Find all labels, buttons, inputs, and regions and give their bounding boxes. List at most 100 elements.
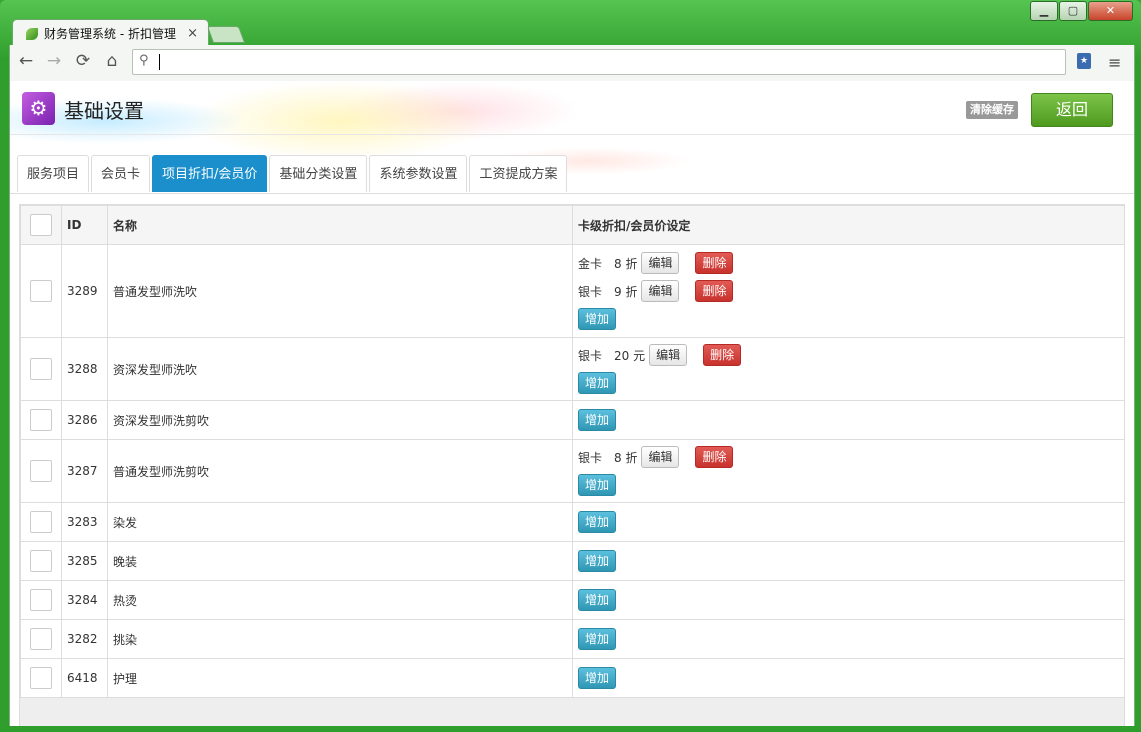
tab-1[interactable]: 会员卡 <box>91 155 151 192</box>
page-content: ⚙ 基础设置 清除缓存 返回 服务项目 会员卡 项目折扣/会员价 基础分类设置 系统参数… <box>9 81 1135 726</box>
minimize-button[interactable]: ▁ <box>1030 1 1058 21</box>
address-bar[interactable]: ⚲ <box>132 49 1066 75</box>
discount-entry: 银卡 20 元编辑 删除 <box>578 341 1119 369</box>
tab-3[interactable]: 基础分类设置 <box>269 155 368 192</box>
new-tab-button[interactable] <box>206 26 246 43</box>
menu-icon[interactable]: ≡ <box>1108 53 1121 72</box>
add-button[interactable]: 增加 <box>578 409 617 431</box>
discount-table: ID 名称 卡级折扣/会员价设定 3289 普通发型师洗吹 金卡 8 折编辑 删除 银卡 9… <box>20 205 1125 698</box>
column-header-id: ID <box>61 205 108 245</box>
row-name: 普通发型师洗吹 <box>107 244 573 338</box>
delete-button[interactable]: 删除 <box>695 280 734 302</box>
tab-2[interactable]: 项目折扣/会员价 <box>152 155 268 192</box>
row-name: 普通发型师洗剪吹 <box>107 439 573 503</box>
add-button[interactable]: 增加 <box>578 372 617 394</box>
delete-button[interactable]: 删除 <box>703 344 742 366</box>
reload-icon[interactable]: ⟳ <box>72 51 94 71</box>
row-discount-cell: 增加 <box>572 658 1125 698</box>
bookmark-star-icon[interactable]: ★ <box>1077 53 1091 69</box>
browser-window: ▁ ▢ ✕ 财务管理系统 - 折扣管理 × ← → ⟳ ⌂ ⚲ ★ ≡ ⚙ 基础… <box>0 0 1141 732</box>
add-button[interactable]: 增加 <box>578 308 617 330</box>
add-button[interactable]: 增加 <box>578 667 617 689</box>
close-window-button[interactable]: ✕ <box>1088 1 1133 21</box>
add-button[interactable]: 增加 <box>578 589 617 611</box>
row-name: 资深发型师洗剪吹 <box>107 400 573 440</box>
back-arrow-icon[interactable]: ← <box>15 51 37 71</box>
row-discount-cell: 金卡 8 折编辑 删除 银卡 9 折编辑 删除 增加 <box>572 244 1125 338</box>
delete-button[interactable]: 删除 <box>695 446 734 468</box>
back-button[interactable]: 返回 <box>1031 93 1113 127</box>
add-button[interactable]: 增加 <box>578 511 617 533</box>
row-select-cell <box>20 502 62 542</box>
discount-entry: 银卡 9 折编辑 删除 <box>578 277 1119 305</box>
row-name: 资深发型师洗吹 <box>107 337 573 401</box>
select-all-checkbox[interactable] <box>30 214 52 236</box>
row-checkbox[interactable] <box>30 589 52 611</box>
home-icon[interactable]: ⌂ <box>101 51 123 71</box>
row-checkbox[interactable] <box>30 628 52 650</box>
column-header-name: 名称 <box>107 205 573 245</box>
row-checkbox[interactable] <box>30 550 52 572</box>
row-name: 护理 <box>107 658 573 698</box>
page-title: 基础设置 <box>64 99 144 123</box>
tab-0[interactable]: 服务项目 <box>17 155 90 192</box>
browser-tab[interactable]: 财务管理系统 - 折扣管理 × <box>12 19 209 47</box>
row-id: 3287 <box>61 439 108 503</box>
card-level: 金卡 <box>578 256 603 271</box>
add-button[interactable]: 增加 <box>578 628 617 650</box>
row-discount-cell: 增加 <box>572 541 1125 581</box>
add-line: 增加 <box>578 586 1119 614</box>
row-name: 染发 <box>107 502 573 542</box>
maximize-button[interactable]: ▢ <box>1059 1 1087 21</box>
row-id: 3285 <box>61 541 108 581</box>
close-tab-icon[interactable]: × <box>187 26 198 41</box>
row-checkbox[interactable] <box>30 280 52 302</box>
row-checkbox[interactable] <box>30 460 52 482</box>
row-select-cell <box>20 244 62 338</box>
row-discount-cell: 银卡 8 折编辑 删除 增加 <box>572 439 1125 503</box>
add-line: 增加 <box>578 508 1119 536</box>
row-discount-cell: 银卡 20 元编辑 删除增加 <box>572 337 1125 401</box>
row-select-cell <box>20 580 62 620</box>
discount-value: 20 元 <box>614 348 646 363</box>
row-discount-cell: 增加 <box>572 502 1125 542</box>
edit-button[interactable]: 编辑 <box>641 280 680 302</box>
edit-button[interactable]: 编辑 <box>641 446 680 468</box>
row-id: 3288 <box>61 337 108 401</box>
row-select-cell <box>20 337 62 401</box>
forward-arrow-icon[interactable]: → <box>43 51 65 71</box>
row-checkbox[interactable] <box>30 358 52 380</box>
add-button[interactable]: 增加 <box>578 474 617 496</box>
table-row: 3287 普通发型师洗剪吹 银卡 8 折编辑 删除 增加 <box>20 439 1125 503</box>
tabs-divider <box>10 193 1134 194</box>
card-level: 银卡 <box>578 450 603 465</box>
search-icon: ⚲ <box>139 53 149 68</box>
tab-5[interactable]: 工资提成方案 <box>469 155 568 192</box>
add-button[interactable]: 增加 <box>578 550 617 572</box>
row-name: 挑染 <box>107 619 573 659</box>
row-checkbox[interactable] <box>30 667 52 689</box>
clear-cache-button[interactable]: 清除缓存 <box>966 101 1018 119</box>
row-checkbox[interactable] <box>30 511 52 533</box>
edit-button[interactable]: 编辑 <box>649 344 688 366</box>
row-id: 3289 <box>61 244 108 338</box>
row-id: 3283 <box>61 502 108 542</box>
row-checkbox[interactable] <box>30 409 52 431</box>
row-select-cell <box>20 658 62 698</box>
browser-toolbar: ← → ⟳ ⌂ ⚲ ★ ≡ <box>9 45 1135 81</box>
discount-value: 8 折 <box>614 256 638 271</box>
discount-entry: 金卡 8 折编辑 删除 <box>578 249 1119 277</box>
row-id: 3286 <box>61 400 108 440</box>
add-line: 增加 <box>578 664 1119 692</box>
delete-button[interactable]: 删除 <box>695 252 734 274</box>
column-header-discount: 卡级折扣/会员价设定 <box>572 205 1125 245</box>
discount-table-container: ID 名称 卡级折扣/会员价设定 3289 普通发型师洗吹 金卡 8 折编辑 删除 银卡 9… <box>19 204 1125 726</box>
gears-icon: ⚙ <box>22 92 55 125</box>
tab-4[interactable]: 系统参数设置 <box>369 155 468 192</box>
edit-button[interactable]: 编辑 <box>641 252 680 274</box>
page-header: ⚙ 基础设置 清除缓存 返回 <box>10 81 1134 135</box>
row-select-cell <box>20 619 62 659</box>
table-row: 3289 普通发型师洗吹 金卡 8 折编辑 删除 银卡 9 折编辑 删除 增加 <box>20 244 1125 338</box>
table-row: 3285 晚装 增加 <box>20 541 1125 581</box>
row-select-cell <box>20 541 62 581</box>
